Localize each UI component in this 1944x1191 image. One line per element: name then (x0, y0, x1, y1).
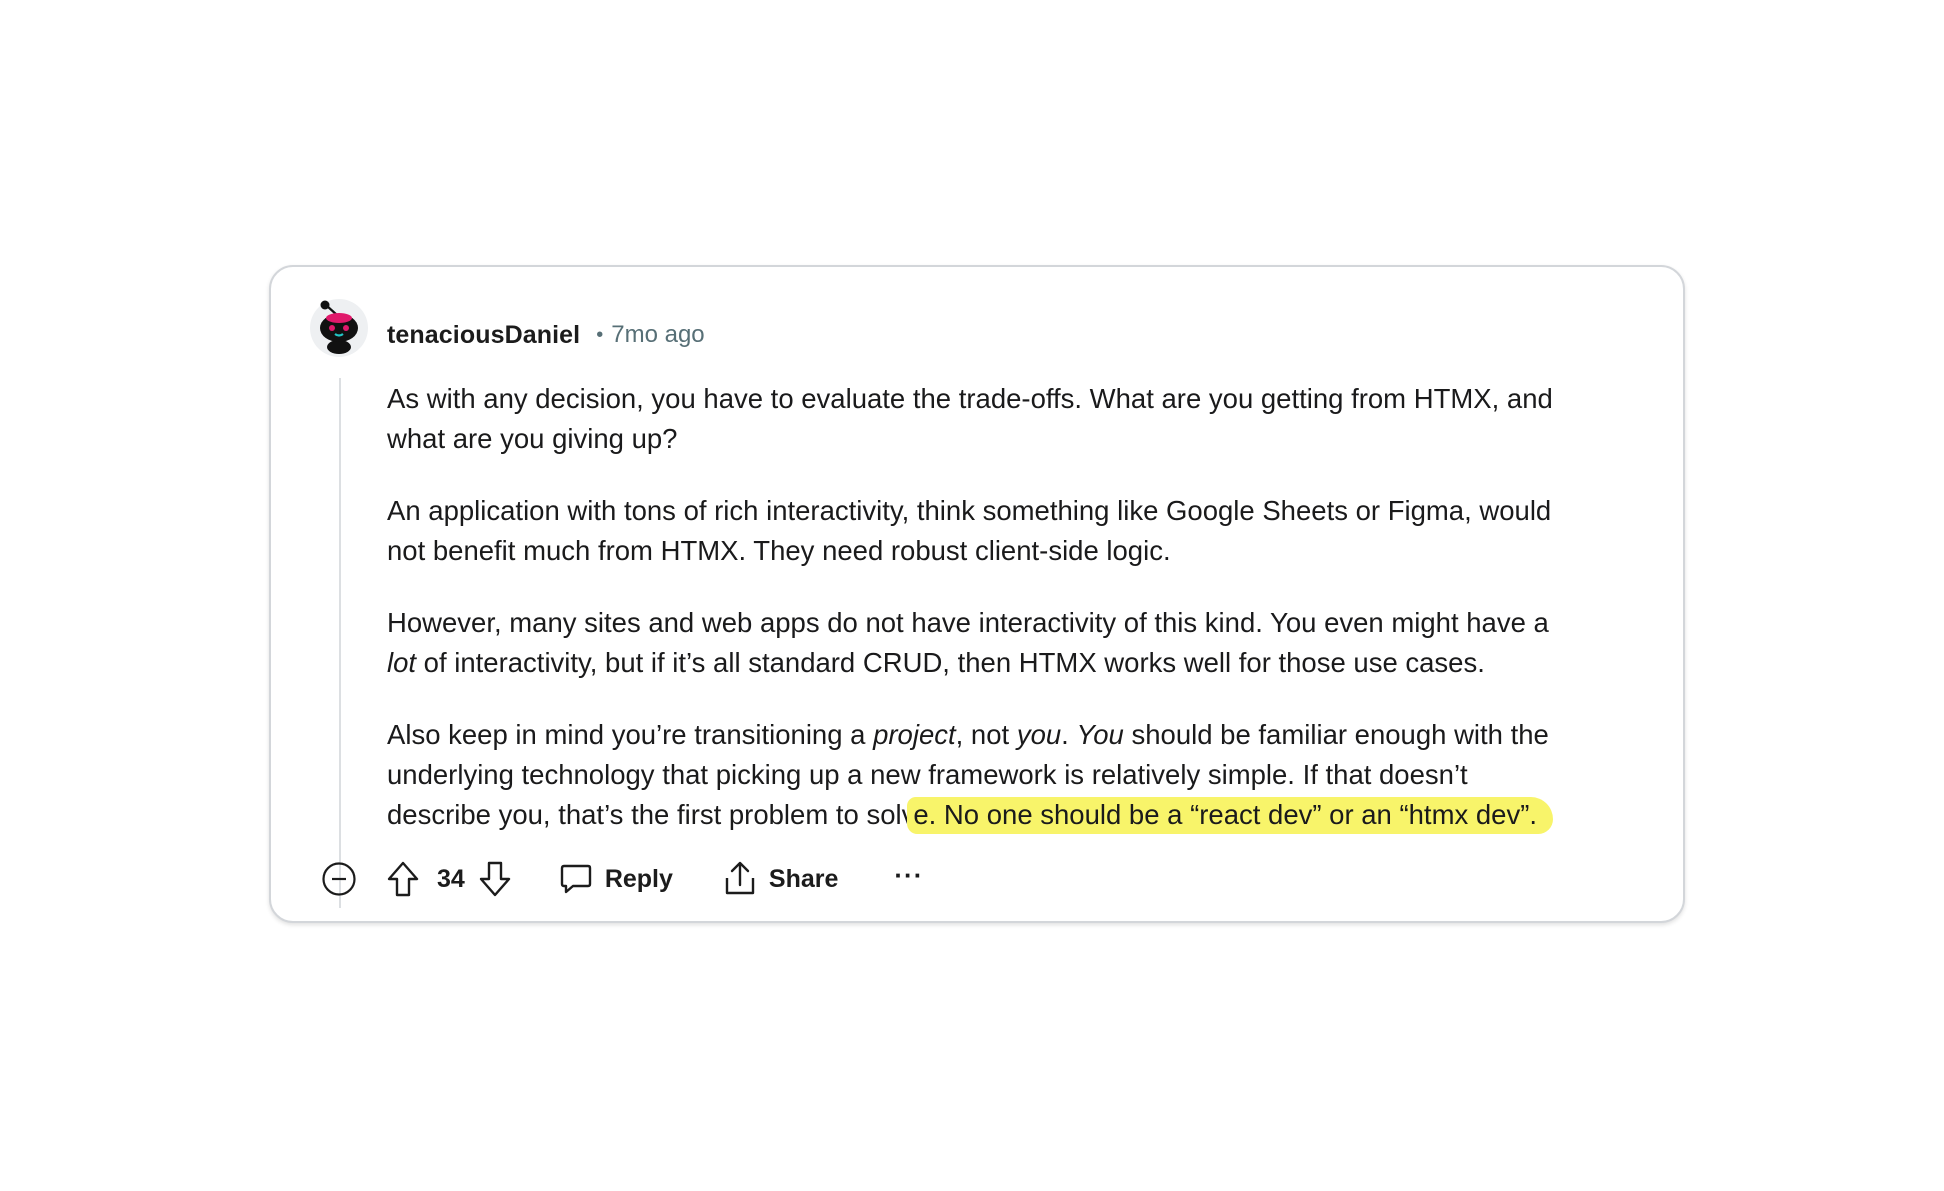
meta-separator: • (596, 323, 604, 346)
paragraph-text: should be familiar enough with the (1123, 719, 1549, 750)
comment-paragraph-2: An application with tons of rich interac… (387, 491, 1657, 571)
comment-paragraph-1: As with any decision, you have to evalua… (387, 379, 1657, 459)
share-button[interactable]: Share (723, 861, 838, 897)
highlighted-text: e. No one should be a “react dev” or an … (907, 797, 1554, 834)
collapse-minus-icon (322, 862, 356, 896)
upvote-button[interactable] (383, 857, 423, 901)
paragraph-line: An application with tons of rich interac… (387, 495, 1552, 526)
timestamp[interactable]: 7mo ago (611, 321, 704, 349)
emphasis-text: you (1016, 719, 1062, 750)
paragraph-text: , not (955, 719, 1017, 750)
comment-bubble-icon (560, 864, 592, 894)
paragraph-text: Also keep in mind you’re transitioning a (387, 719, 874, 750)
reply-label: Reply (604, 864, 673, 893)
reply-button[interactable]: Reply (559, 862, 673, 896)
downvote-arrow-icon (479, 861, 511, 897)
share-label: Share (768, 864, 839, 893)
comment-action-bar: 34 Reply Share ··· (321, 857, 923, 901)
upvote-arrow-icon (387, 861, 419, 897)
vote-score: 34 (437, 864, 465, 893)
comment-paragraph-3: However, many sites and web apps do not … (387, 603, 1657, 683)
paragraph-text: describe you, that’s the first problem t… (387, 799, 916, 830)
paragraph-line: However, many sites and web apps do not … (387, 607, 1549, 638)
more-options-button[interactable]: ··· (894, 862, 923, 888)
paragraph-line: not benefit much from HTMX. They need ro… (387, 535, 1171, 566)
paragraph-line: describe you, that’s the first problem t… (387, 795, 1657, 835)
emphasis-text: You (1076, 719, 1124, 750)
paragraph-line: underlying technology that picking up a … (387, 759, 1468, 790)
paragraph-line: As with any decision, you have to evalua… (387, 383, 1553, 414)
downvote-button[interactable] (475, 857, 515, 901)
paragraph-line: lot of interactivity, but if it’s all st… (387, 643, 1657, 683)
username-link[interactable]: tenaciousDaniel (387, 321, 580, 350)
paragraph-line: Also keep in mind you’re transitioning a… (387, 715, 1657, 755)
paragraph-line: what are you giving up? (387, 423, 678, 454)
paragraph-text: . (1061, 719, 1077, 750)
emphasis-text: project (873, 719, 956, 750)
emphasis-text: lot (387, 647, 417, 678)
share-icon (725, 861, 755, 895)
thread-line[interactable] (339, 378, 341, 908)
comment-meta: tenaciousDaniel • 7mo ago (387, 319, 705, 351)
collapse-button[interactable] (321, 861, 357, 897)
comment-card: tenaciousDaniel • 7mo ago As with any de… (269, 265, 1685, 923)
user-avatar[interactable] (310, 299, 368, 357)
comment-body: As with any decision, you have to evalua… (387, 379, 1657, 835)
snoo-avatar-icon (310, 299, 368, 357)
comment-paragraph-4: Also keep in mind you’re transitioning a… (387, 715, 1657, 835)
paragraph-text: of interactivity, but if it’s all standa… (416, 647, 1485, 678)
